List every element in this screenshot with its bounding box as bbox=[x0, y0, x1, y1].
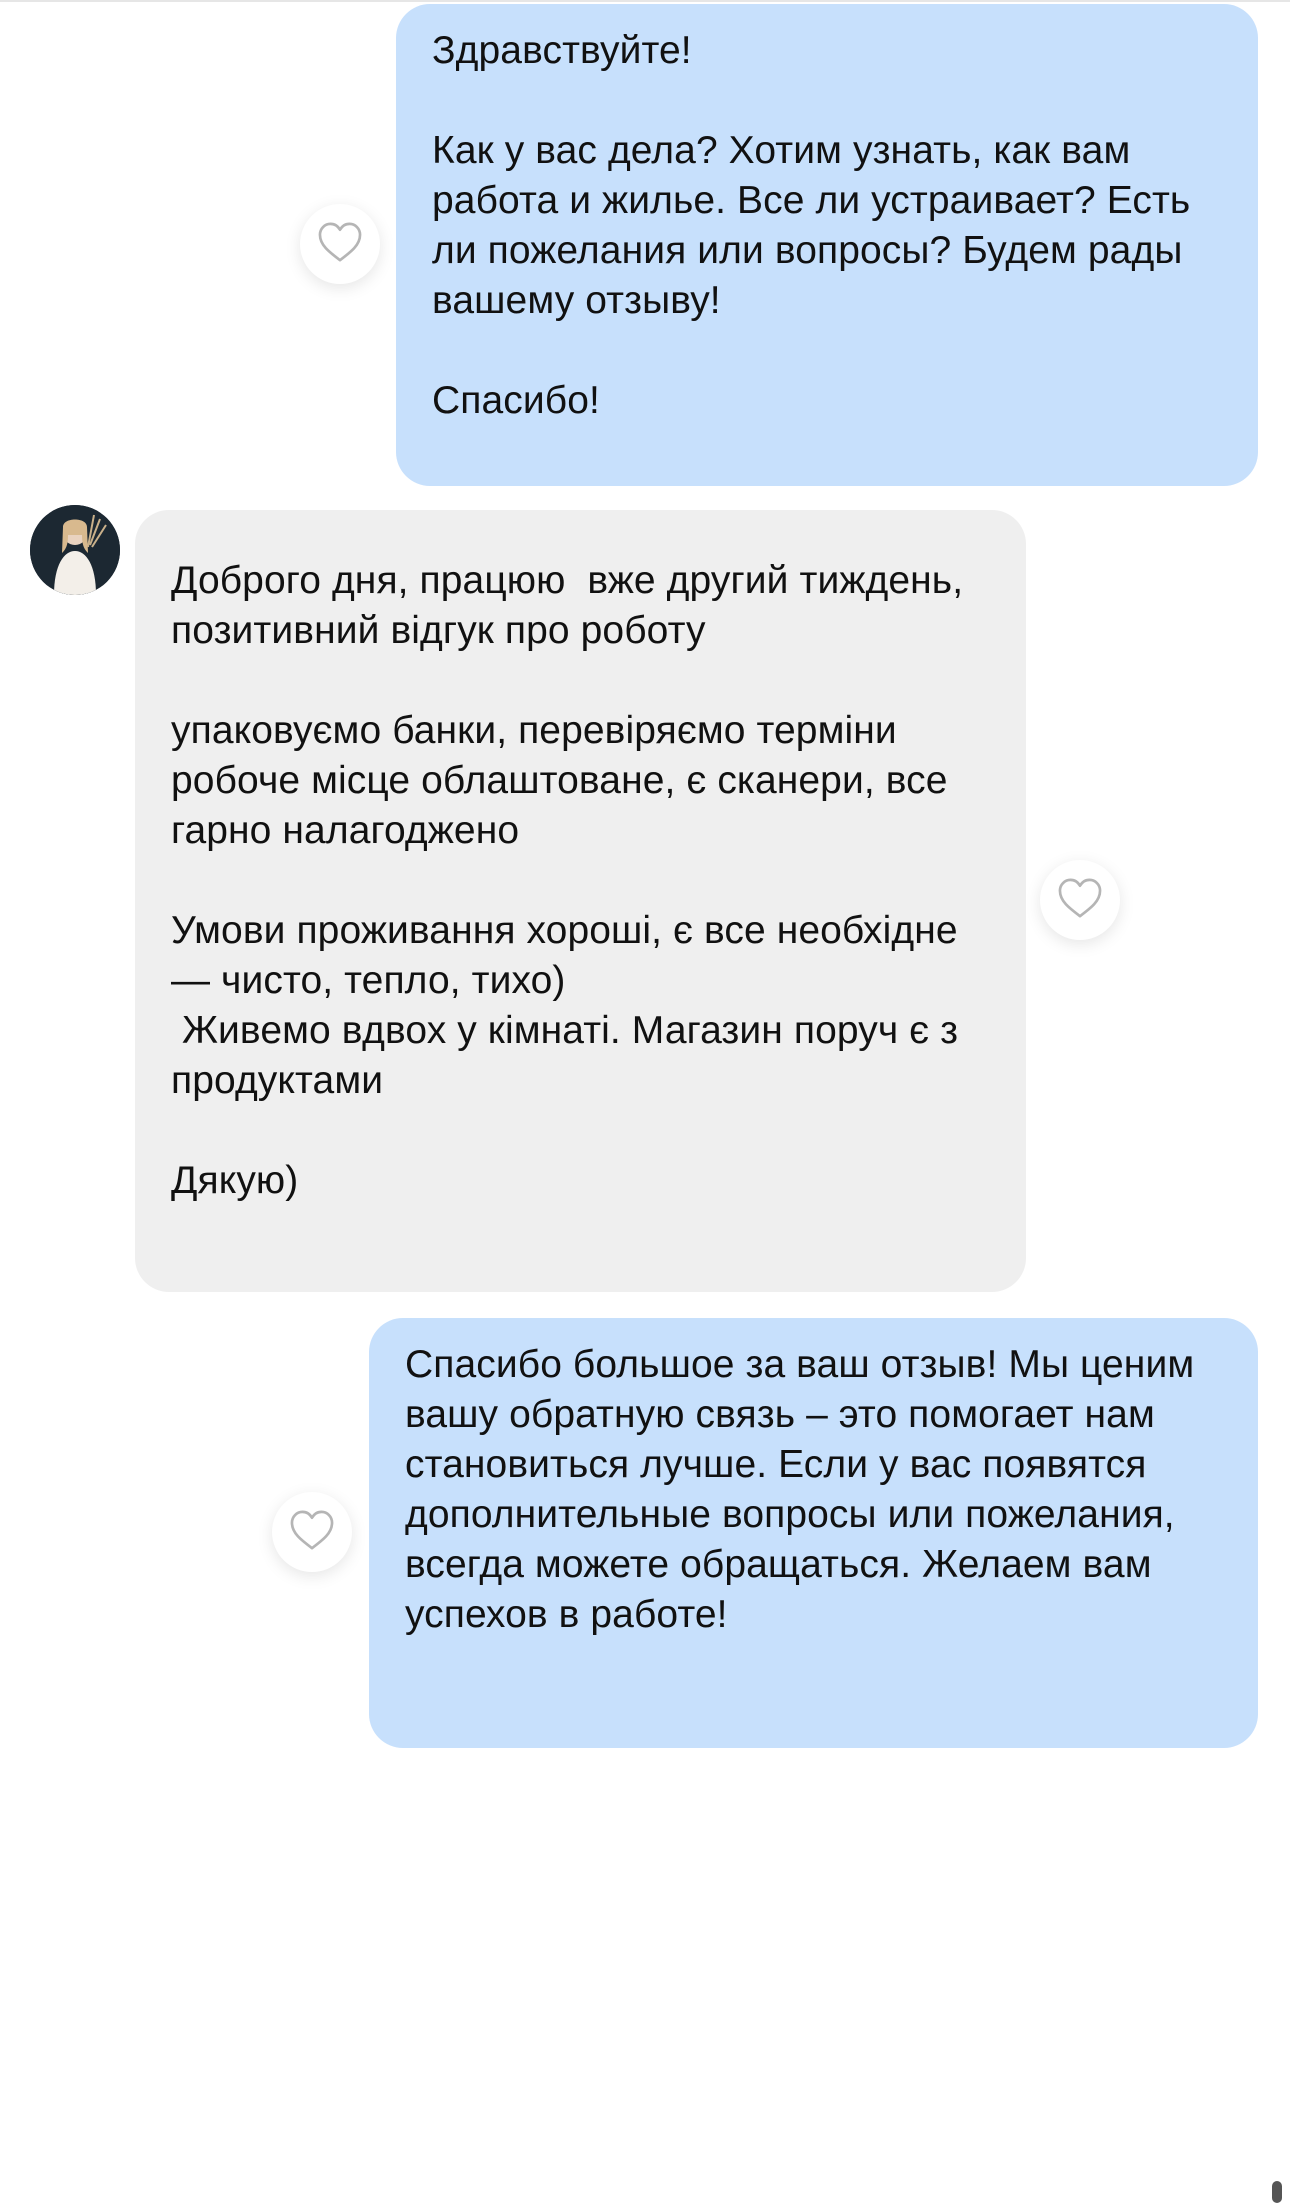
message-bubble-outgoing[interactable]: Спасибо большое за ваш отзыв! Мы ценим в… bbox=[369, 1318, 1258, 1748]
avatar[interactable] bbox=[30, 505, 120, 595]
like-button[interactable] bbox=[272, 1492, 352, 1572]
like-button[interactable] bbox=[1040, 860, 1120, 940]
message-bubble-incoming[interactable]: Доброго дня, працюю вже другий тиждень, … bbox=[135, 510, 1026, 1292]
top-divider bbox=[0, 0, 1290, 2]
scrollbar[interactable] bbox=[1272, 2181, 1282, 2203]
heart-icon bbox=[317, 221, 363, 268]
message-bubble-outgoing[interactable]: Здравствуйте! Как у вас дела? Хотим узна… bbox=[396, 4, 1258, 486]
heart-icon bbox=[289, 1509, 335, 1556]
heart-icon bbox=[1057, 877, 1103, 924]
like-button[interactable] bbox=[300, 204, 380, 284]
